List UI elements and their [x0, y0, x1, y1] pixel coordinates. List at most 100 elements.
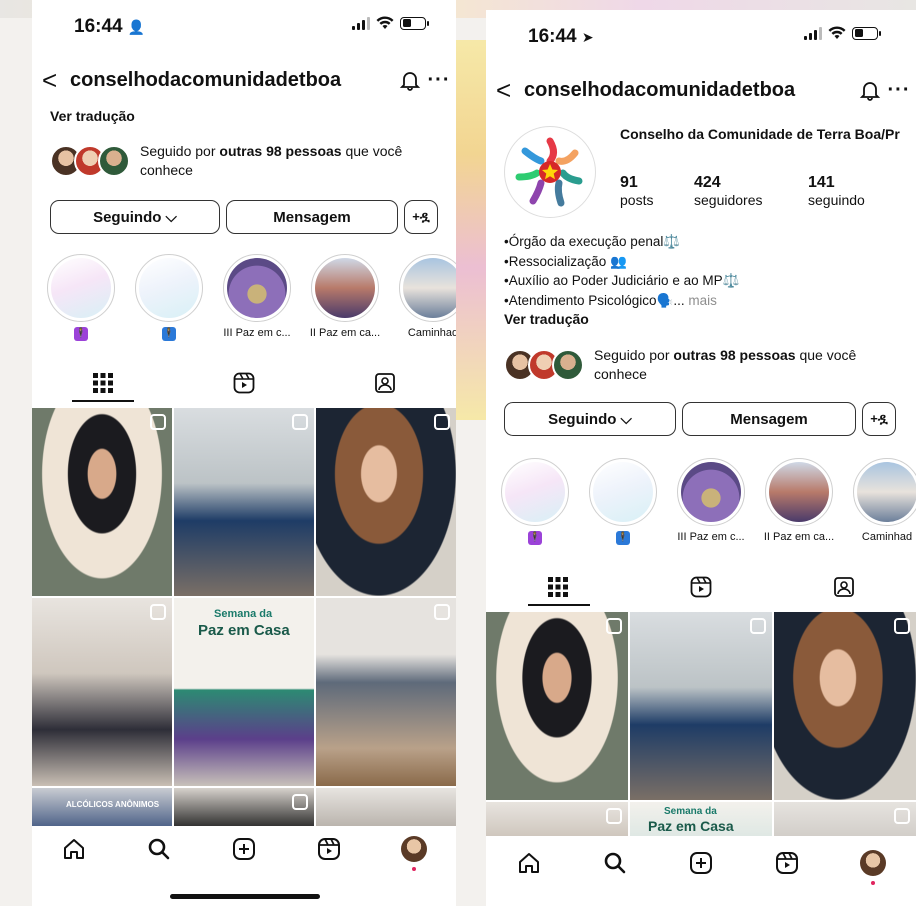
ver-traducao-link[interactable]: Ver tradução: [50, 108, 135, 124]
post-thumbnail[interactable]: [774, 802, 916, 836]
highlight-label: Caminhad: [861, 531, 913, 543]
reels-nav-icon[interactable]: [315, 835, 343, 863]
screenshot-right: 16:44 ➤ < conselhodacomunidadetboa ··· C…: [486, 10, 916, 906]
more-options-icon[interactable]: ···: [882, 79, 916, 102]
reels-nav-icon[interactable]: [773, 849, 801, 877]
reel-badge-icon: [434, 414, 450, 430]
highlight-item[interactable]: III Paz em c...: [222, 254, 292, 341]
highlight-item[interactable]: II Paz em ca...: [764, 458, 834, 545]
bio-line: •Órgão da execução penal⚖️: [504, 234, 681, 249]
carousel-badge-icon: [150, 604, 166, 620]
post-thumbnail[interactable]: Semana da Paz em Casa: [174, 598, 314, 786]
post-thumbnail[interactable]: [630, 612, 772, 800]
highlight-item[interactable]: III Paz em c...: [676, 458, 746, 545]
highlight-item[interactable]: 🕴: [500, 458, 570, 545]
highlight-item[interactable]: Caminhad: [852, 458, 916, 545]
followed-by[interactable]: Seguido por outras 98 pessoas que você c…: [50, 142, 450, 180]
home-icon[interactable]: [515, 849, 543, 877]
more-options-icon[interactable]: ···: [422, 69, 456, 92]
post-thumbnail[interactable]: [174, 408, 314, 596]
signal-icon: [804, 26, 822, 40]
profile-avatar[interactable]: [400, 835, 428, 871]
create-post-icon[interactable]: [687, 849, 715, 877]
search-icon[interactable]: [145, 835, 173, 863]
search-icon[interactable]: [601, 849, 629, 877]
bio-line: •Ressocialização 👥: [504, 253, 627, 269]
battery-icon: [400, 16, 429, 30]
post-thumbnail[interactable]: [774, 612, 916, 800]
followed-by-text: Seguido por outras 98 pessoas que você c…: [140, 143, 403, 178]
back-icon[interactable]: <: [42, 65, 70, 96]
followed-by[interactable]: Seguido por outras 98 pessoas que você c…: [504, 346, 904, 384]
post-thumbnail[interactable]: [32, 598, 172, 786]
back-icon[interactable]: <: [496, 75, 524, 106]
bell-icon[interactable]: [858, 78, 882, 102]
bio-line: •Atendimento Psicológico🗣️... mais: [504, 292, 717, 308]
carousel-badge-icon: [434, 604, 450, 620]
highlight-item[interactable]: 🕴: [588, 458, 658, 545]
carousel-badge-icon: [292, 414, 308, 430]
home-icon[interactable]: [60, 835, 88, 863]
highlight-item[interactable]: II Paz em ca...: [310, 254, 380, 341]
highlight-item[interactable]: 🕴: [46, 254, 116, 341]
message-button[interactable]: Mensagem: [682, 402, 856, 436]
bell-icon[interactable]: [398, 68, 422, 92]
profile-header: < conselhodacomunidadetboa ···: [486, 72, 916, 108]
following-button[interactable]: Seguindo ⌵: [50, 200, 220, 234]
bio-more-link[interactable]: mais: [685, 293, 717, 308]
status-icons: [804, 26, 881, 40]
message-button[interactable]: Mensagem: [226, 200, 398, 234]
profile-bio: •Órgão da execução penal⚖️ •Ressocializa…: [504, 232, 739, 330]
grid-icon: [92, 373, 113, 393]
posts-grid: Semana da Paz em Casa: [486, 612, 916, 836]
status-time: 16:44 ➤: [528, 26, 594, 47]
profile-header: < conselhodacomunidadetboa ···: [32, 62, 456, 98]
bottom-nav: [32, 826, 456, 872]
post-thumbnail[interactable]: Semana da Paz em Casa: [630, 802, 772, 836]
tab-posts-grid[interactable]: [486, 568, 629, 606]
post-thumbnail[interactable]: [32, 408, 172, 596]
tab-tagged[interactable]: [315, 364, 456, 402]
tab-reels[interactable]: [629, 568, 772, 606]
highlight-item[interactable]: 🕴: [134, 254, 204, 341]
highlight-label: III Paz em c...: [677, 531, 745, 543]
add-user-button[interactable]: +ዷ: [862, 402, 896, 436]
following-button[interactable]: Seguindo ⌵: [504, 402, 676, 436]
tab-indicator: [528, 604, 590, 606]
post-caption-text: Paz em Casa: [648, 818, 734, 834]
tab-reels[interactable]: [173, 364, 314, 402]
bottom-nav: [486, 840, 916, 886]
post-thumbnail[interactable]: [174, 788, 314, 828]
highlight-label: II Paz em ca...: [763, 531, 835, 543]
create-post-icon[interactable]: [230, 835, 258, 863]
home-indicator: [170, 894, 320, 899]
post-thumbnail[interactable]: [486, 802, 628, 836]
add-user-button[interactable]: +ዷ: [404, 200, 438, 234]
followers-stat[interactable]: 424 seguidores: [694, 174, 763, 208]
post-thumbnail[interactable]: [316, 788, 456, 828]
ver-traducao-link[interactable]: Ver tradução: [504, 310, 739, 330]
notification-dot: [871, 881, 875, 885]
post-thumbnail[interactable]: [486, 612, 628, 800]
posts-stat[interactable]: 91 posts: [620, 174, 653, 208]
battery-icon: [852, 26, 881, 40]
following-stat[interactable]: 141 seguindo: [808, 174, 865, 208]
carousel-badge-icon: [750, 618, 766, 634]
followed-by-text: Seguido por outras 98 pessoas que você c…: [594, 347, 857, 382]
profile-name: Conselho da Comunidade de Terra Boa/Pr: [620, 126, 900, 142]
highlight-item[interactable]: Caminhad: [398, 254, 456, 341]
profile-avatar[interactable]: [859, 849, 887, 885]
tab-posts-grid[interactable]: [32, 364, 173, 402]
posts-grid: Semana da Paz em Casa ALCÓLICOS ANÔNIMOS: [32, 408, 456, 828]
status-icons: [352, 16, 429, 30]
post-thumbnail[interactable]: [316, 408, 456, 596]
post-thumbnail[interactable]: ALCÓLICOS ANÔNIMOS: [32, 788, 172, 828]
post-caption-text: ALCÓLICOS ANÔNIMOS: [66, 800, 160, 809]
profile-tabs: [486, 568, 916, 606]
post-thumbnail[interactable]: [316, 598, 456, 786]
tab-tagged[interactable]: [773, 568, 916, 606]
highlight-label: III Paz em c...: [223, 327, 291, 339]
person-badge-icon: 🕴: [528, 531, 542, 545]
profile-logo[interactable]: [504, 126, 596, 218]
carousel-badge-icon: [894, 808, 910, 824]
